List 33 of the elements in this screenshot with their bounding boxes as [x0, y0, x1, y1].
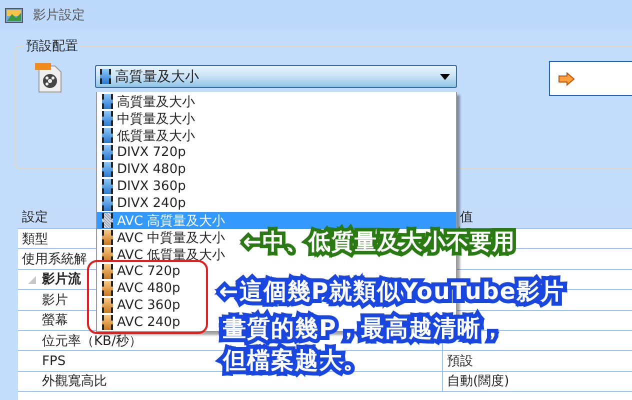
setting-name: 類型 — [22, 230, 48, 248]
setting-value: 預設 — [447, 353, 473, 370]
dropdown-option[interactable]: AVC 中質量及大小 — [97, 229, 228, 246]
arrow-icon — [558, 72, 576, 86]
setting-name: 螢幕 — [42, 312, 68, 330]
dropdown-option[interactable]: AVC 720p — [97, 263, 182, 280]
window-title: 影片設定 — [33, 7, 85, 24]
dropdown-option[interactable]: DIVX 360p — [97, 178, 188, 195]
setting-value: 自動(闊度) — [447, 373, 510, 390]
video-file-icon — [35, 61, 63, 93]
setting-name: 影片流 — [42, 270, 81, 288]
setting-name: 位元率（KB/秒） — [42, 332, 142, 350]
dropdown-option[interactable]: AVC 480p — [97, 280, 182, 297]
setting-name: FPS — [42, 354, 66, 369]
dropdown-option[interactable]: AVC 240p — [97, 314, 182, 331]
setting-name: 影片 — [42, 292, 68, 309]
dropdown-option[interactable]: DIVX 720p — [97, 144, 188, 161]
landscape-icon — [5, 8, 23, 22]
dropdown-option[interactable]: 高質量及大小 — [97, 93, 197, 110]
film-icon — [100, 69, 111, 84]
annotation-text: ←這個幾P就類似YouTube影片 — [214, 276, 570, 310]
preset-dropdown[interactable]: 高質量及大小 — [95, 65, 457, 88]
dropdown-option[interactable]: 低質量及大小 — [97, 127, 197, 144]
setting-name: 使用系統解 — [22, 251, 87, 268]
confirm-button[interactable] — [549, 61, 632, 96]
annotation-text: ←中、低質量及大小不要用 — [238, 227, 520, 260]
caret-icon — [440, 74, 450, 80]
setting-name: 外觀寬高比 — [42, 373, 107, 390]
column-header: 值 — [459, 209, 474, 227]
dropdown-option[interactable]: 中質量及大小 — [97, 110, 197, 127]
group-legend: 預設配置 — [24, 37, 80, 55]
dropdown-option[interactable]: AVC 360p — [97, 297, 182, 314]
dropdown-option[interactable]: DIVX 480p — [97, 161, 188, 178]
